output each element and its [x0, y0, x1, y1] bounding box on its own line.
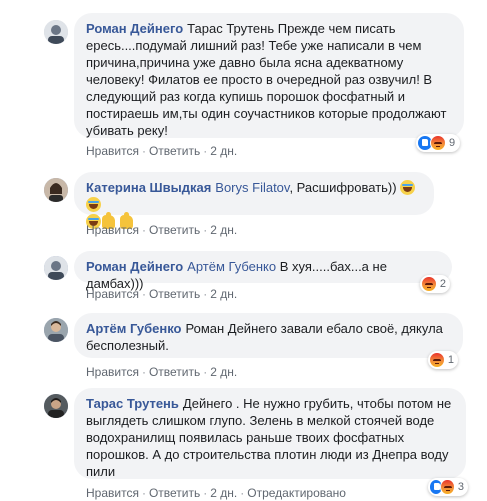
mention-link[interactable]: Артём Губенко — [187, 259, 276, 274]
reply-link[interactable]: Ответить — [149, 223, 200, 237]
separator-dot: · — [203, 287, 208, 301]
comment-author[interactable]: Катерина Швыдкая — [86, 180, 211, 195]
avatar[interactable] — [44, 20, 68, 44]
separator-dot: · — [203, 144, 208, 158]
separator-dot: · — [141, 144, 146, 158]
reactions-badge[interactable]: 1 — [428, 351, 458, 369]
avatar[interactable] — [44, 394, 68, 418]
comment-actions: Нравится · Ответить · 2 дн. — [86, 364, 237, 380]
like-link[interactable]: Нравится — [86, 144, 139, 158]
reaction-count: 2 — [439, 278, 446, 290]
reaction-count: 1 — [447, 354, 454, 366]
reactions-badge[interactable]: 2 — [420, 275, 450, 293]
comment-author[interactable]: Тарас Трутень — [86, 396, 179, 411]
laughing-emoji — [400, 180, 416, 195]
separator-dot: · — [141, 287, 146, 301]
like-link[interactable]: Нравится — [86, 223, 139, 237]
reactions-badge[interactable]: 9 — [416, 134, 460, 152]
comment-text-line: бесполезный. — [86, 338, 169, 353]
timestamp-link[interactable]: 2 дн. — [210, 486, 237, 500]
separator-dot: · — [141, 365, 146, 379]
comment-bubble: Тарас Трутень Дейнего . Не нужно грубить,… — [74, 388, 466, 479]
reply-link[interactable]: Ответить — [149, 365, 200, 379]
edited-label[interactable]: Отредактировано — [247, 486, 346, 500]
comment-text-line: порошков. А до строительства плотин люди… — [86, 447, 449, 462]
comment-actions: Нравится · Ответить · 2 дн. — [86, 143, 237, 159]
comment-bubble: Катерина Швыдкая Borys Filatov, Расшифров… — [74, 172, 434, 229]
comment-author[interactable]: Артём Губенко — [86, 321, 181, 336]
avatar[interactable] — [44, 256, 68, 280]
separator-dot: · — [141, 486, 146, 500]
comment-actions: Нравится · Ответить · 2 дн. — [86, 222, 237, 238]
reply-link[interactable]: Ответить — [149, 144, 200, 158]
comment-bubble: Артём Губенко Роман Дейнего завали ебало … — [74, 313, 463, 358]
angry-icon — [440, 479, 455, 495]
comment-text-line: следующий раз когда купишь порошок фосфа… — [86, 89, 406, 104]
timestamp-link[interactable]: 2 дн. — [210, 287, 237, 301]
like-link[interactable]: Нравится — [86, 365, 139, 379]
separator-dot: · — [203, 365, 208, 379]
timestamp-link[interactable]: 2 дн. — [210, 365, 237, 379]
comment-actions: Нравится · Ответить · 2 дн. — [86, 286, 237, 302]
separator-dot: · — [203, 486, 208, 500]
comment-author[interactable]: Роман Дейнего — [86, 259, 183, 274]
avatar[interactable] — [44, 178, 68, 202]
comment-text-line: ересь....подумай лишний раз! Тебе уже на… — [86, 38, 422, 53]
avatar[interactable] — [44, 318, 68, 342]
like-link[interactable]: Нравится — [86, 486, 139, 500]
comment-bubble: Роман Дейнего Тарас Трутень Прежде чем пи… — [74, 13, 464, 138]
mention-link[interactable]: Borys Filatov — [215, 180, 289, 195]
comment-text-line: выглядеть слишком глупо. Зелень в мелкой… — [86, 413, 435, 428]
comment-text-line: водохранилищ появилась раньше твоих фосф… — [86, 430, 405, 445]
comment-text-line: убивать реку! — [86, 123, 168, 138]
comment-text-line: причина,причина уже давно была ясна адек… — [86, 55, 404, 70]
timestamp-link[interactable]: 2 дн. — [210, 223, 237, 237]
timestamp-link[interactable]: 2 дн. — [210, 144, 237, 158]
reply-link[interactable]: Ответить — [149, 287, 200, 301]
comment-text-line: пили — [86, 464, 116, 479]
comment-author[interactable]: Роман Дейнего — [86, 21, 183, 36]
angry-icon — [421, 276, 437, 292]
reactions-badge[interactable]: 3 — [428, 478, 468, 496]
comment-text-line: Дейнего . Не нужно грубить, чтобы потом … — [182, 396, 452, 411]
reaction-count: 3 — [457, 481, 464, 493]
laughing-emoji — [86, 197, 101, 212]
comment-text-line: Тарас Трутень Прежде чем писать — [187, 21, 396, 36]
comment-text-line: Роман Дейнего завали ебало своё, дякула — [185, 321, 443, 336]
angry-icon — [430, 135, 446, 151]
comment-actions: Нравится · Ответить · 2 дн. · Отредактировано — [86, 485, 346, 501]
comment-text-line: человеку! Филатов ее просто в очередной … — [86, 72, 433, 87]
separator-dot: · — [240, 486, 245, 500]
comment-text: , Расшифровать)) — [289, 180, 397, 195]
separator-dot: · — [203, 223, 208, 237]
like-link[interactable]: Нравится — [86, 287, 139, 301]
reaction-count: 9 — [449, 137, 456, 149]
separator-dot: · — [141, 223, 146, 237]
reply-link[interactable]: Ответить — [149, 486, 200, 500]
angry-icon — [429, 352, 445, 368]
comment-bubble: Роман Дейнего Артём Губенко В хуя.....бах… — [74, 251, 452, 291]
comment-text-line: постираешь им,ты один соучастников котор… — [86, 106, 447, 121]
